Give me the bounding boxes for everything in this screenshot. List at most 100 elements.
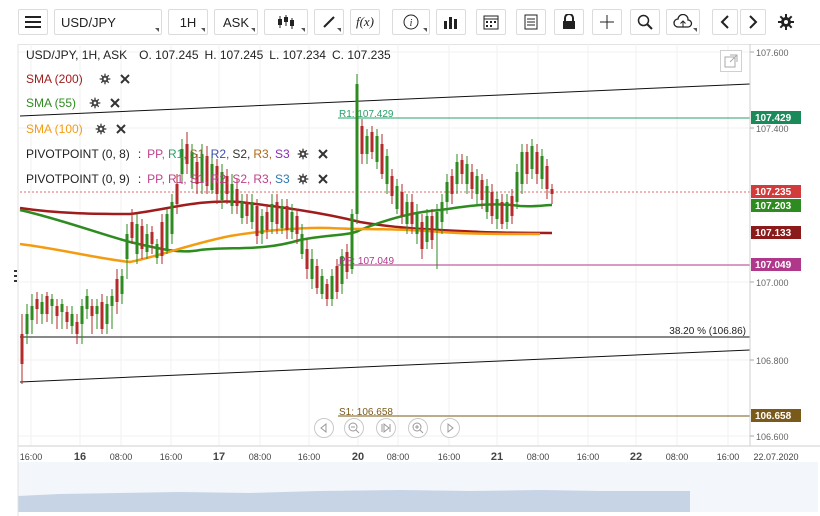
trend-line-lower[interactable] (19, 349, 751, 383)
pivot-item: R1, (167, 172, 187, 186)
gear-icon[interactable] (94, 122, 108, 136)
indicators-button[interactable]: f(x) (350, 9, 380, 35)
indicator-sma100[interactable]: SMA (100) (26, 122, 128, 136)
candle-body (405, 202, 409, 224)
candle-body (300, 234, 304, 254)
indicator-pivot-9[interactable]: PIVOTPOINT (0, 9) : PP, R1, S1, R2, S2, R3, S3 (26, 172, 330, 186)
zoom-in-button[interactable] (408, 418, 428, 438)
price-type-select[interactable]: ASK (214, 9, 258, 35)
interval-select[interactable]: 1H (168, 9, 208, 35)
scroll-left-button[interactable] (314, 418, 334, 438)
pivot-item: S3 (275, 147, 290, 161)
resize-handle-icon[interactable] (14, 270, 17, 282)
candle-body (330, 276, 334, 299)
candle-body (120, 276, 124, 294)
gear-icon[interactable] (296, 172, 310, 186)
triangle-left-icon (320, 423, 327, 433)
expand-button[interactable] (720, 50, 742, 72)
scroll-right-button[interactable] (440, 418, 460, 438)
magnifier-icon (637, 14, 653, 30)
candle-body (460, 160, 464, 174)
expand-icon (724, 54, 738, 68)
pivot-item: R3, (253, 147, 273, 161)
caret-icon (251, 28, 255, 32)
zoom-out-icon (348, 422, 360, 434)
candlestick-icon (276, 14, 296, 30)
indicator-sma200[interactable]: SMA (200) (26, 72, 132, 86)
forward-button[interactable] (740, 9, 766, 35)
info-button[interactable]: i (392, 9, 430, 35)
time-label: 21 (491, 451, 503, 463)
candle-body (400, 192, 404, 216)
chart-type-button[interactable] (264, 9, 308, 35)
candle-body (510, 196, 514, 216)
close-icon[interactable] (114, 122, 128, 136)
close-icon[interactable] (118, 72, 132, 86)
settings-button[interactable] (772, 9, 800, 35)
price-chart[interactable]: R1: 107.429 PP: 107.049 S1: 106.658 38.2… (0, 44, 820, 516)
close-icon[interactable] (316, 147, 330, 161)
candle-body (160, 222, 164, 256)
pivot-item: PP, (147, 172, 165, 186)
time-label: 16:00 (160, 452, 183, 462)
draw-button[interactable] (314, 9, 344, 35)
pivot-item: R1, (167, 147, 187, 161)
calendar-button[interactable] (476, 9, 506, 35)
back-button[interactable] (712, 9, 738, 35)
candle-body (530, 146, 534, 169)
candle-body (325, 284, 329, 299)
indicator-sma55[interactable]: SMA (55) (26, 96, 122, 110)
symbol-select[interactable]: USD/JPY (54, 9, 162, 35)
pivot-sep: : (137, 172, 142, 186)
candle-body (500, 202, 504, 224)
candle-body (385, 156, 389, 184)
indicator-pivot-8[interactable]: PIVOTPOINT (0, 8) : PP, R1, S1, R2, S2, R3, S3 (26, 147, 330, 161)
candle-body (335, 266, 339, 292)
candle-body (315, 266, 319, 288)
zoom-out-button[interactable] (344, 418, 364, 438)
price-axis[interactable]: 107.600 107.400 107.000 106.800 106.600 107.4… (750, 48, 801, 442)
candle-body (275, 202, 279, 224)
time-label: 08:00 (527, 452, 550, 462)
indicator-label: SMA (200) (26, 72, 83, 86)
low-value: L. 107.234 (269, 48, 326, 62)
candle-body (475, 176, 479, 194)
function-icon: f(x) (355, 14, 375, 29)
candle-body (235, 189, 239, 206)
gear-icon[interactable] (296, 147, 310, 161)
pivot-label: PIVOTPOINT (0, 8) (26, 147, 130, 161)
lock-button[interactable] (554, 9, 584, 35)
candle-body (155, 244, 159, 258)
pivot-item: S1, (189, 172, 208, 186)
volume-button[interactable] (436, 9, 466, 35)
pivot-item: R3, (253, 172, 273, 186)
crosshair-button[interactable] (592, 9, 622, 35)
open-value: O. 107.245 (139, 48, 199, 62)
close-icon[interactable] (316, 172, 330, 186)
zoom-button[interactable] (630, 9, 660, 35)
fib-label: 38.20 % (106.86) (669, 326, 746, 337)
price-tag-text: 107.429 (755, 113, 792, 124)
upload-button[interactable] (666, 9, 700, 35)
time-label: 16 (74, 451, 86, 463)
triangle-right-icon (447, 423, 454, 433)
gear-icon[interactable] (88, 96, 102, 110)
indicator-label: SMA (55) (26, 96, 77, 110)
time-label: 08:00 (110, 452, 133, 462)
candle-body (20, 334, 24, 364)
candle-body (310, 259, 314, 279)
candle-body (65, 312, 69, 322)
menu-button[interactable] (18, 9, 48, 35)
candle-body (410, 202, 414, 224)
document-button[interactable] (516, 9, 546, 35)
document-icon (524, 14, 538, 30)
close-icon[interactable] (108, 96, 122, 110)
time-axis[interactable]: 16:00 16 08:00 16:00 17 08:00 16:00 20 08:00 16:0… (20, 451, 799, 463)
reset-icon (381, 422, 391, 434)
reset-zoom-button[interactable] (376, 418, 396, 438)
pivot-items: PP, R1, S1, R2, S2, R3, S3 (147, 172, 290, 186)
price-tick: 107.600 (756, 48, 789, 58)
gear-icon[interactable] (98, 72, 112, 86)
candle-body (105, 304, 109, 324)
time-label: 08:00 (249, 452, 272, 462)
